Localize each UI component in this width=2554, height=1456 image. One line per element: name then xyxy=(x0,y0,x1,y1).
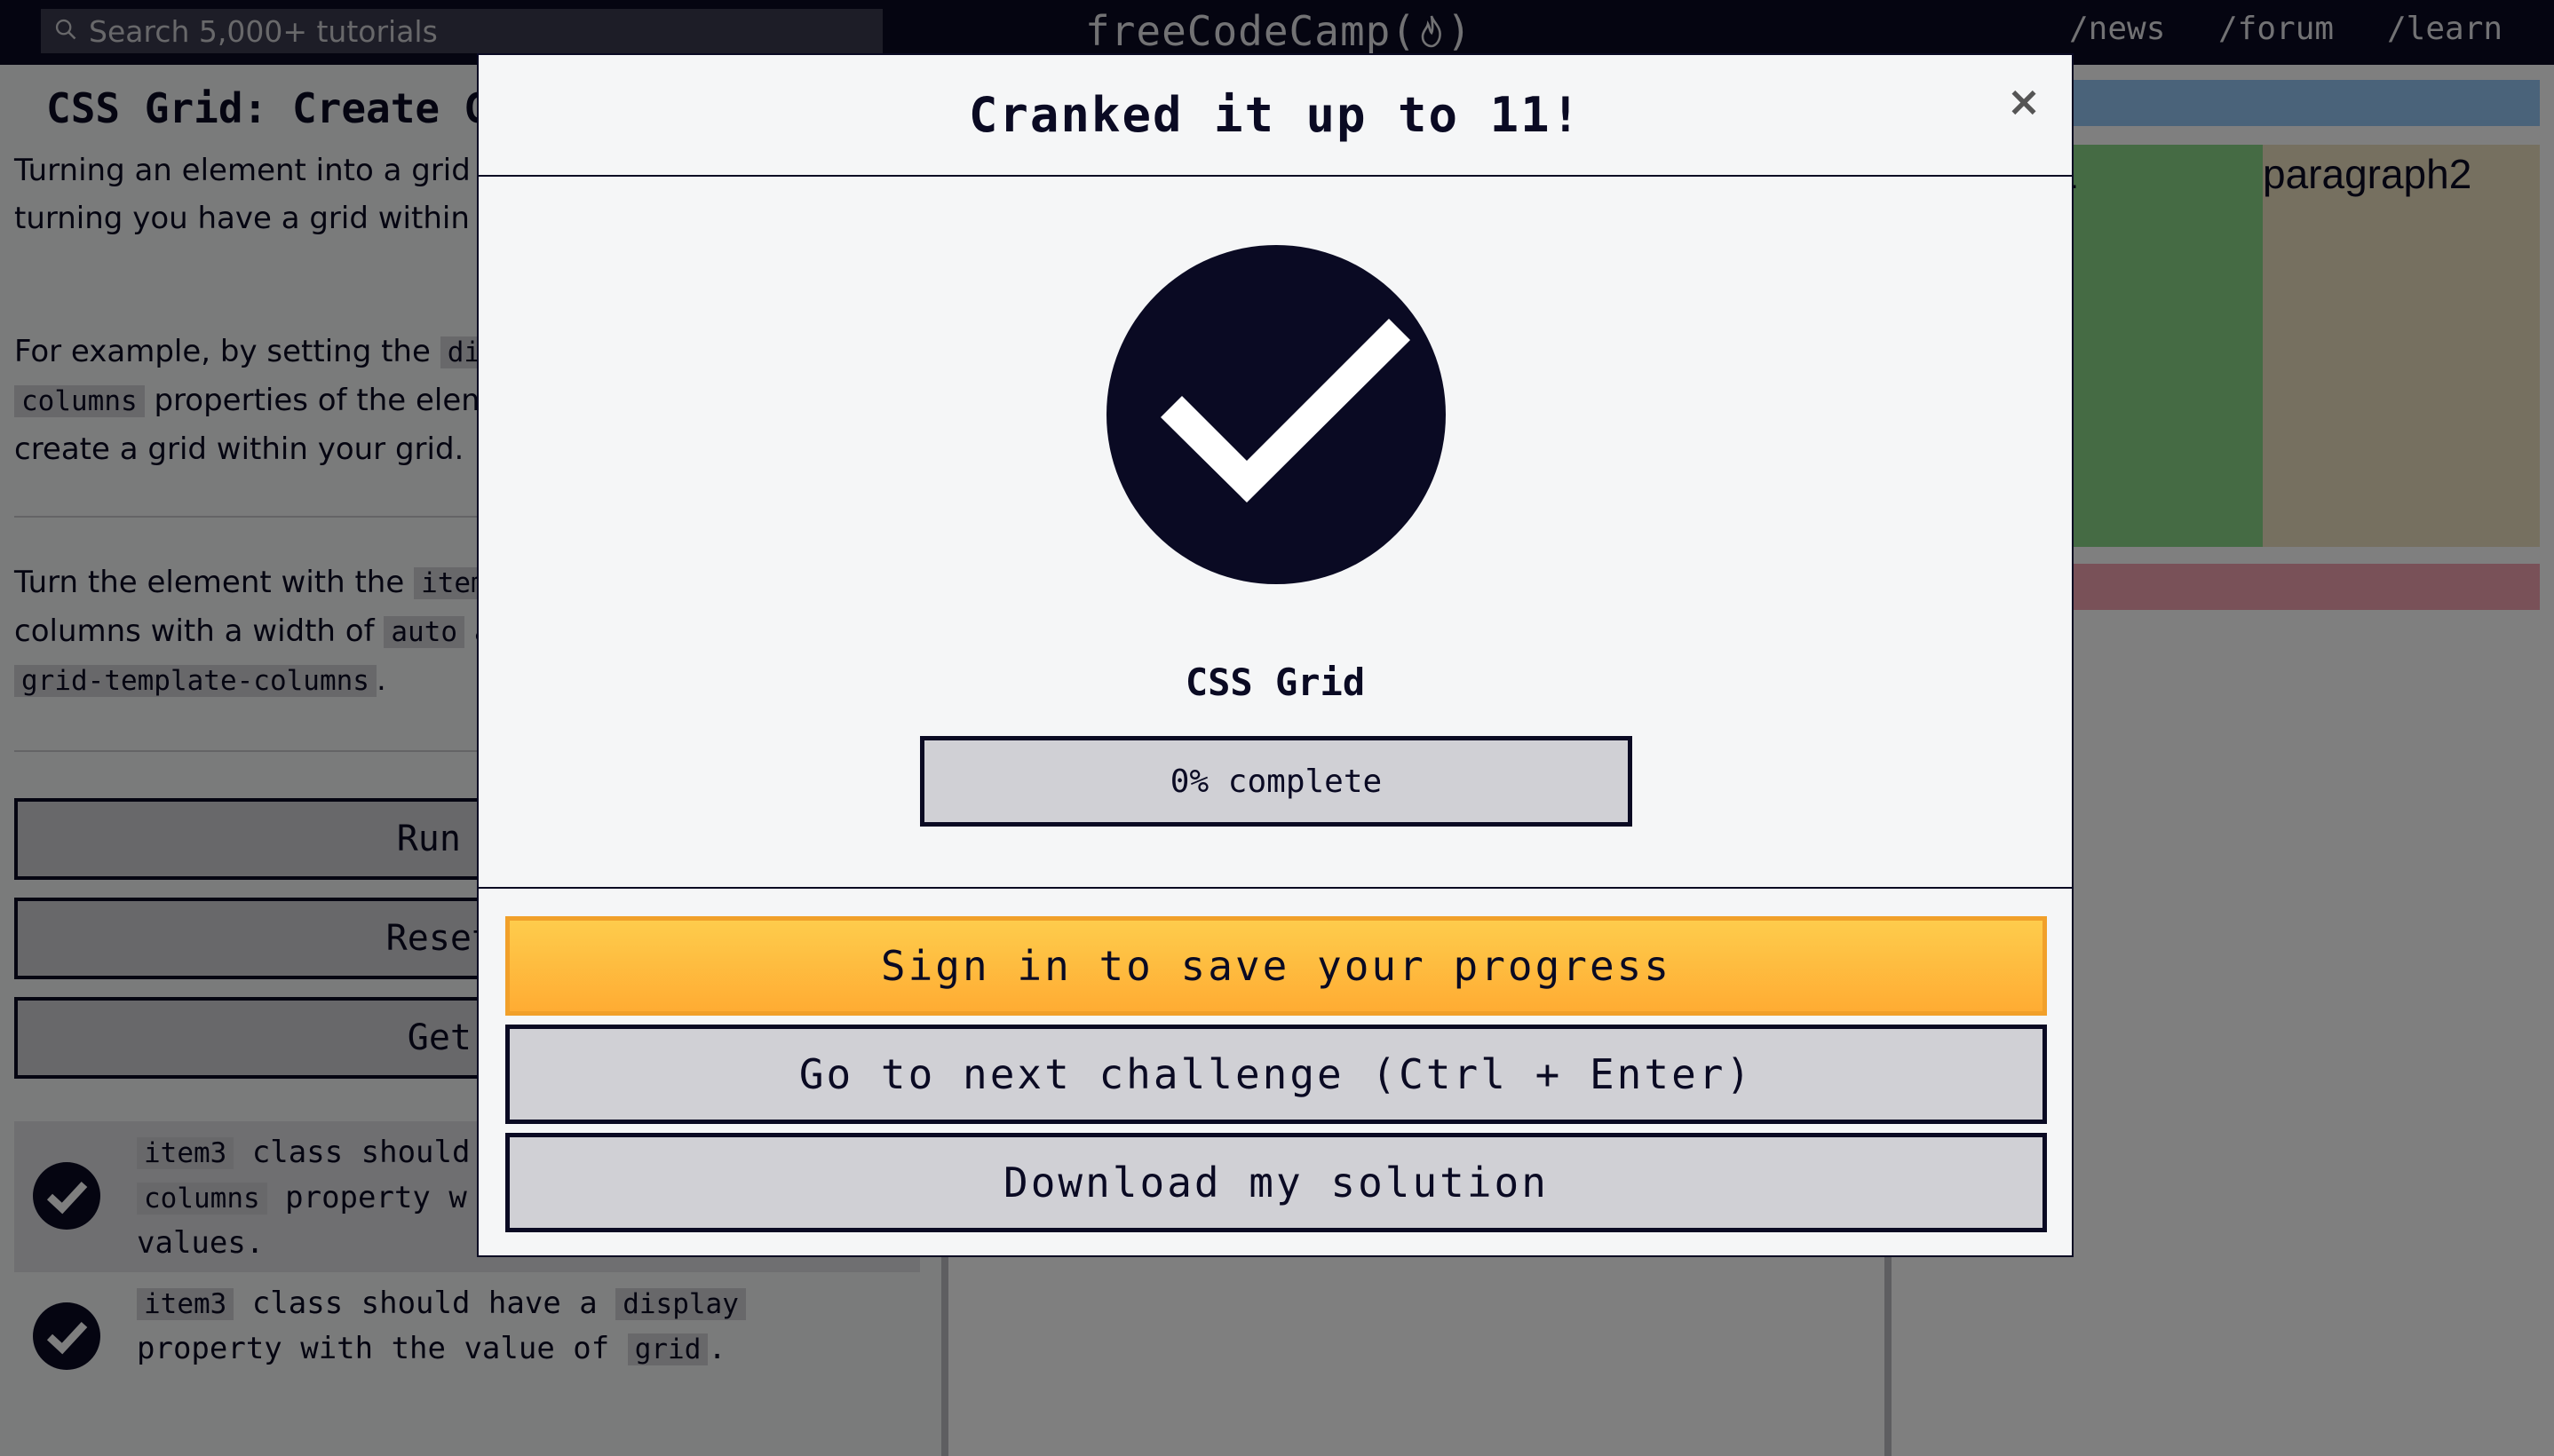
completion-modal: Cranked it up to 11! × CSS Grid 0% compl… xyxy=(477,53,2074,1257)
modal-title: Cranked it up to 11! xyxy=(968,87,1582,143)
check-circle-icon xyxy=(1106,245,1446,584)
progress-bar: 0% complete xyxy=(920,736,1632,827)
sign-in-button[interactable]: Sign in to save your progress xyxy=(505,916,2047,1016)
progress-label: 0% complete xyxy=(1170,763,1383,800)
certification-name: CSS Grid xyxy=(1185,661,1366,704)
next-challenge-button[interactable]: Go to next challenge (Ctrl + Enter) xyxy=(505,1025,2047,1124)
modal-divider xyxy=(479,887,2072,889)
download-solution-button[interactable]: Download my solution xyxy=(505,1133,2047,1232)
page: { "nav": { "search_placeholder": "Search… xyxy=(0,0,2554,1456)
modal-header: Cranked it up to 11! × xyxy=(479,55,2072,177)
close-icon[interactable]: × xyxy=(2003,80,2045,123)
